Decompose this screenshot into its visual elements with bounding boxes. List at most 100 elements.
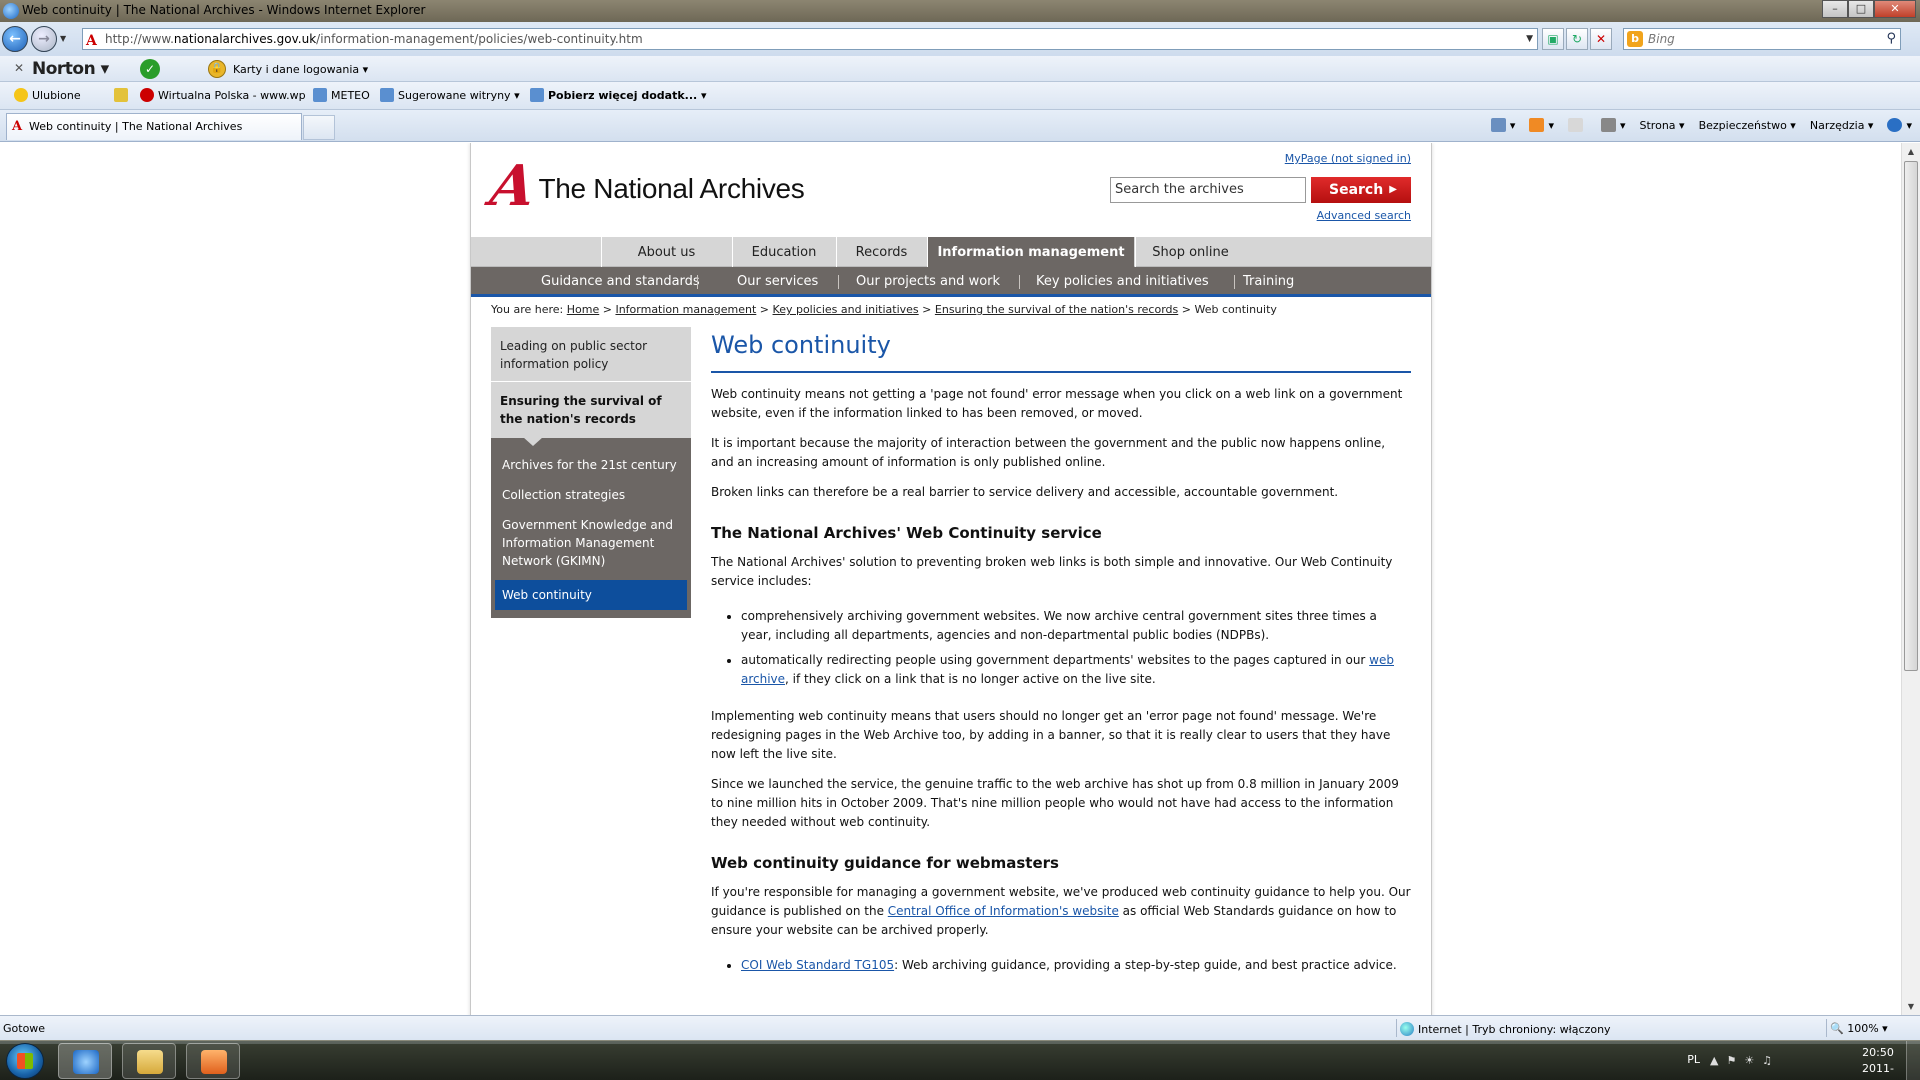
site-favicon-icon: A	[86, 33, 97, 49]
crumb-information-management[interactable]: Information management	[615, 303, 756, 316]
mail-button[interactable]	[1567, 118, 1587, 132]
coi-website-link[interactable]: Central Office of Information's website	[888, 904, 1119, 918]
subnav-guidance[interactable]: Guidance and standards	[541, 267, 700, 294]
web-search-box[interactable]: b Bing ⚲	[1623, 28, 1901, 50]
vertical-scrollbar[interactable]: ▲ ▼	[1901, 143, 1920, 1015]
norton-menu[interactable]: Norton ▾	[32, 59, 109, 79]
zoom-level[interactable]: 🔍 100% ▾	[1830, 1022, 1888, 1035]
advanced-search-link[interactable]: Advanced search	[1317, 209, 1411, 222]
tray-icons[interactable]: ▲⚑☀♫	[1710, 1054, 1810, 1067]
main-nav: About us Education Records Information m…	[471, 237, 1431, 267]
fav-item-meteo[interactable]: METEO	[313, 88, 370, 102]
page-menu[interactable]: Strona ▾	[1640, 119, 1685, 132]
nav-education[interactable]: Education	[732, 237, 835, 267]
guidance-heading: Web continuity guidance for webmasters	[711, 854, 1059, 872]
site-favicon-icon: A	[12, 119, 23, 134]
sidebar-item-collection-strategies[interactable]: Collection strategies	[495, 480, 687, 510]
feeds-button[interactable]: ▾	[1529, 118, 1554, 132]
favorites-label: Ulubione	[32, 89, 81, 102]
nav-shop-online[interactable]: Shop online	[1135, 237, 1245, 267]
tab-web-continuity[interactable]: A Web continuity | The National Archives	[6, 113, 302, 140]
compatibility-view-icon[interactable]: ▣	[1542, 28, 1564, 50]
rss-icon	[1529, 118, 1545, 132]
start-button[interactable]	[6, 1043, 44, 1079]
sidebar-item-gkimn[interactable]: Government Knowledge and Information Man…	[495, 510, 687, 576]
crumb-ensuring-survival[interactable]: Ensuring the survival of the nation's re…	[935, 303, 1178, 316]
site-search-button[interactable]: Search ▶	[1311, 177, 1411, 203]
taskbar-ie-button[interactable]	[58, 1043, 112, 1079]
url-prefix: http://www.	[105, 32, 174, 46]
home-button[interactable]: ▾	[1490, 118, 1515, 132]
security-zone[interactable]: Internet | Tryb chroniony: włączony	[1400, 1022, 1611, 1036]
globe-icon	[1400, 1022, 1414, 1036]
subnav-services[interactable]: Our services	[737, 267, 818, 294]
subnav-projects[interactable]: Our projects and work	[856, 267, 1000, 294]
ie-window: Web continuity | The National Archives -…	[0, 0, 1920, 1044]
taskbar-media-player-button[interactable]	[186, 1043, 240, 1079]
tna-logo-text: The National Archives	[538, 173, 805, 204]
print-button[interactable]: ▾	[1600, 118, 1626, 132]
back-button[interactable]: ←	[2, 26, 28, 52]
close-button[interactable]: ✕	[1874, 0, 1916, 18]
bing-icon: b	[1627, 31, 1643, 47]
favorites-button[interactable]: Ulubione	[14, 88, 81, 102]
fav-item-addons[interactable]: Pobierz więcej dodatk... ▾	[530, 88, 707, 102]
wp-icon	[140, 88, 154, 102]
help-button[interactable]: ▾	[1887, 118, 1912, 132]
print-icon	[1600, 118, 1616, 132]
fav-item-suggested[interactable]: Sugerowane witryny ▾	[380, 88, 520, 102]
nav-records[interactable]: Records	[836, 237, 926, 267]
scroll-up-icon[interactable]: ▲	[1902, 143, 1920, 160]
scroll-down-icon[interactable]: ▼	[1902, 998, 1920, 1015]
search-icon[interactable]: ⚲	[1886, 29, 1896, 49]
crumb-key-policies[interactable]: Key policies and initiatives	[773, 303, 919, 316]
minimize-button[interactable]: –	[1822, 0, 1848, 18]
subnav-key-policies[interactable]: Key policies and initiatives	[1036, 267, 1209, 294]
forward-button[interactable]: →	[31, 26, 57, 52]
folder-icon	[137, 1050, 163, 1074]
status-bar: Gotowe Internet | Tryb chroniony: włączo…	[0, 1015, 1920, 1040]
ie-icon	[73, 1050, 99, 1074]
address-dropdown-icon[interactable]: ▼	[1526, 29, 1533, 49]
fav-item-wp[interactable]: Wirtualna Polska - www.wp	[140, 88, 306, 102]
language-indicator[interactable]: PL	[1687, 1053, 1700, 1066]
clock[interactable]: 20:50 2011-04-11	[1862, 1045, 1894, 1080]
safety-menu[interactable]: Bezpieczeństwo ▾	[1699, 119, 1796, 132]
sidebar-item-ensuring-survival[interactable]: Ensuring the survival of the nation's re…	[491, 382, 691, 446]
sidebar-item-web-continuity[interactable]: Web continuity	[495, 580, 687, 610]
crumb-home[interactable]: Home	[567, 303, 599, 316]
stop-icon[interactable]: ✕	[1590, 28, 1612, 50]
address-bar[interactable]: A http://www.nationalarchives.gov.uk/inf…	[82, 28, 1538, 50]
mypage-link[interactable]: MyPage (not signed in)	[1285, 152, 1411, 165]
tg105-link[interactable]: COI Web Standard TG105	[741, 958, 894, 972]
service-list: comprehensively archiving government web…	[741, 607, 1411, 689]
sidebar-item-leading-policy[interactable]: Leading on public sector information pol…	[491, 327, 691, 382]
norton-label: Norton	[32, 59, 96, 79]
tna-logo-mark: A	[486, 153, 540, 219]
cards-logins-menu[interactable]: Karty i dane logowania ▾	[233, 63, 368, 76]
nav-information-management[interactable]: Information management	[927, 237, 1134, 267]
scroll-thumb[interactable]	[1904, 161, 1918, 671]
recent-pages-chevron-icon[interactable]: ▼	[60, 34, 66, 43]
site-search-input[interactable]: Search the archives	[1110, 177, 1306, 203]
taskbar-explorer-button[interactable]	[122, 1043, 176, 1079]
intro-paragraph: Web continuity means not getting a 'page…	[711, 387, 1403, 420]
safe-check-icon[interactable]: ✓	[140, 59, 160, 79]
arrow-right-icon: ▶	[1389, 184, 1397, 195]
show-desktop-button[interactable]	[1906, 1041, 1920, 1080]
tools-menu[interactable]: Narzędzia ▾	[1810, 119, 1874, 132]
cards-logins-label: Karty i dane logowania	[233, 63, 360, 76]
sub-nav: Guidance and standards Our services Our …	[471, 267, 1431, 297]
nav-about-us[interactable]: About us	[601, 237, 731, 267]
sidebar-item-archives-21st[interactable]: Archives for the 21st century	[495, 450, 687, 480]
refresh-icon[interactable]: ↻	[1566, 28, 1588, 50]
site-logo[interactable]: A The National Archives	[486, 153, 805, 219]
add-favorite-icon[interactable]	[114, 88, 132, 102]
subnav-training[interactable]: Training	[1243, 267, 1294, 294]
service-paragraph: The National Archives' solution to preve…	[711, 555, 1393, 588]
close-toolbar-icon[interactable]: ✕	[14, 61, 24, 75]
broken-links-paragraph: Broken links can therefore be a real bar…	[711, 485, 1339, 499]
maximize-button[interactable]: □	[1848, 0, 1874, 18]
page-viewport: A The National Archives MyPage (not sign…	[0, 143, 1901, 1015]
new-tab-button[interactable]	[303, 115, 335, 140]
